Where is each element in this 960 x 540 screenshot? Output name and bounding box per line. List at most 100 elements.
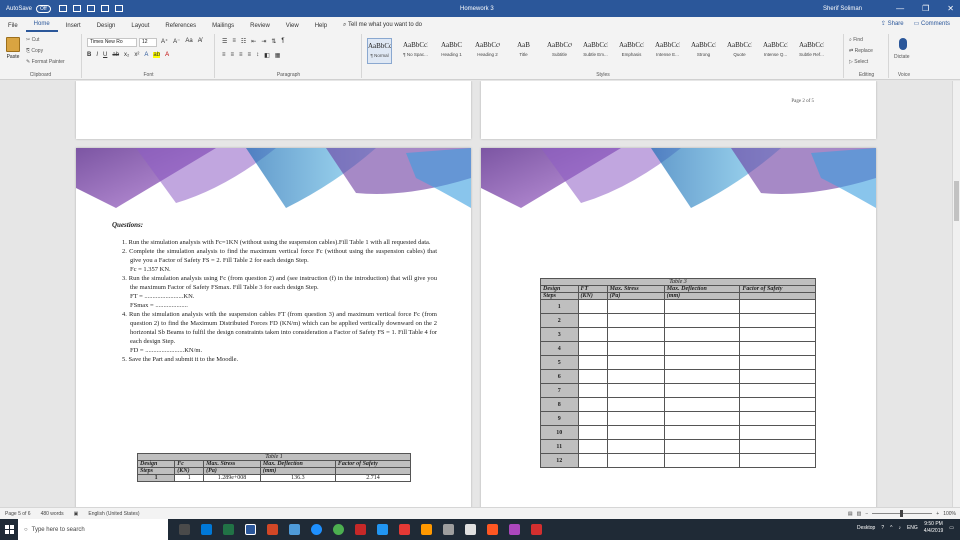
table-3-step-cell[interactable]: 3: [540, 327, 579, 342]
table-3-cell[interactable]: [663, 425, 741, 440]
table-3-cell[interactable]: [739, 327, 816, 342]
table-3-step-cell[interactable]: 10: [540, 425, 579, 440]
style-item[interactable]: AaB Title: [511, 38, 536, 64]
comments-button[interactable]: ▭ Comments: [914, 20, 950, 27]
table-3-step-cell[interactable]: 7: [540, 383, 579, 398]
restore-button[interactable]: ❐: [922, 4, 929, 13]
bullets-icon[interactable]: ☰: [222, 38, 227, 45]
start-button[interactable]: [0, 519, 18, 540]
bold-icon[interactable]: B: [87, 52, 91, 58]
notification-icon[interactable]: ▭: [949, 525, 954, 531]
table-3-cell[interactable]: [577, 383, 608, 398]
table-3-cell[interactable]: [663, 383, 741, 398]
grow-font-icon[interactable]: A⁺: [161, 38, 168, 45]
table-3-cell[interactable]: [606, 341, 665, 356]
table-3-cell[interactable]: [606, 397, 665, 412]
clock[interactable]: 9:50 PM 4/4/2019: [924, 521, 943, 535]
table-3-cell[interactable]: [739, 369, 816, 384]
cut-button[interactable]: ✂ Cut: [26, 37, 39, 43]
proofing-icon[interactable]: ▣: [74, 511, 79, 517]
table-3-cell[interactable]: [739, 355, 816, 370]
table-3-cell[interactable]: [663, 327, 741, 342]
align-right-icon[interactable]: ≡: [239, 52, 243, 59]
edge-icon[interactable]: [311, 524, 322, 535]
change-case-icon[interactable]: Aa: [185, 38, 192, 45]
new-document-icon[interactable]: [114, 5, 123, 12]
language-indicator[interactable]: English (United States): [88, 511, 139, 517]
table-3-cell[interactable]: [739, 299, 816, 314]
app-icon[interactable]: [465, 524, 476, 535]
zoom-slider-knob[interactable]: [900, 510, 904, 517]
redo-icon[interactable]: [86, 5, 95, 12]
table-3-cell[interactable]: [606, 369, 665, 384]
clear-formatting-icon[interactable]: A̸: [198, 38, 202, 45]
style-item[interactable]: AaBbCcI Quote: [727, 38, 752, 64]
help-icon[interactable]: ?: [881, 525, 884, 531]
table-3-step-cell[interactable]: 8: [540, 397, 579, 412]
replace-button[interactable]: ⇄ Replace: [849, 48, 873, 54]
app-icon[interactable]: [509, 524, 520, 535]
tab-file[interactable]: File: [0, 23, 26, 32]
style-item[interactable]: AaBbCcC Subtitle: [547, 38, 572, 64]
print-layout-icon[interactable]: ▥: [857, 511, 862, 517]
style-item[interactable]: AaBbCcI Intense Q...: [763, 38, 788, 64]
table-3-cell[interactable]: [663, 355, 741, 370]
strikethrough-icon[interactable]: ab: [112, 52, 119, 58]
table-3-cell[interactable]: [663, 341, 741, 356]
close-button[interactable]: ✕: [947, 4, 954, 13]
tab-help[interactable]: Help: [307, 23, 335, 32]
table-3-cell[interactable]: [606, 425, 665, 440]
language-tray[interactable]: ENG: [907, 525, 918, 531]
photos-icon[interactable]: [289, 524, 300, 535]
style-item[interactable]: AaBbCcC Heading 2: [475, 38, 500, 64]
page-count[interactable]: Page 5 of 6: [5, 511, 31, 517]
shading-icon[interactable]: ◧: [264, 52, 270, 59]
chrome-icon[interactable]: [333, 524, 344, 535]
style-item[interactable]: AaBbCcI ¶ No Spac...: [403, 38, 428, 64]
style-item[interactable]: AaBbC Heading 1: [439, 38, 464, 64]
share-button[interactable]: ⇪ Share: [881, 20, 904, 27]
table-3-cell[interactable]: [577, 327, 608, 342]
table-3-cell[interactable]: [577, 355, 608, 370]
tab-layout[interactable]: Layout: [123, 23, 157, 32]
save-icon[interactable]: [58, 5, 67, 12]
numbering-icon[interactable]: ≡: [232, 38, 236, 45]
tab-review[interactable]: Review: [242, 23, 278, 32]
table-3-step-cell[interactable]: 1: [540, 299, 579, 314]
app-icon[interactable]: [421, 524, 432, 535]
text-effects-icon[interactable]: A: [144, 52, 148, 58]
table-3-cell[interactable]: [606, 355, 665, 370]
show-marks-icon[interactable]: ¶: [281, 38, 284, 45]
calculator-icon[interactable]: [443, 524, 454, 535]
tab-insert[interactable]: Insert: [58, 23, 89, 32]
task-view-icon[interactable]: [179, 524, 190, 535]
table-3-cell[interactable]: [663, 397, 741, 412]
table-3-cell[interactable]: [739, 453, 816, 468]
table-3-cell[interactable]: [577, 439, 608, 454]
table-3-cell[interactable]: [739, 411, 816, 426]
font-color-icon[interactable]: A: [165, 52, 169, 58]
style-item[interactable]: AaBbCcD Subtle Ref...: [799, 38, 824, 64]
table-3-cell[interactable]: [663, 313, 741, 328]
zoom-slider[interactable]: [872, 510, 933, 517]
table-1-cell[interactable]: 136.3: [259, 474, 336, 482]
table-3-cell[interactable]: [577, 341, 608, 356]
table-3-cell[interactable]: [577, 313, 608, 328]
copy-button[interactable]: ⎘ Copy: [26, 48, 43, 54]
table-3-cell[interactable]: [663, 439, 741, 454]
table-3-step-cell[interactable]: 4: [540, 341, 579, 356]
word-count[interactable]: 480 words: [41, 511, 64, 517]
sort-icon[interactable]: ⇅: [271, 38, 276, 45]
table-3-cell[interactable]: [606, 313, 665, 328]
italic-icon[interactable]: I: [96, 52, 98, 58]
paste-button[interactable]: Paste: [4, 37, 22, 63]
underline-icon[interactable]: U: [103, 52, 107, 58]
table-3-step-cell[interactable]: 6: [540, 369, 579, 384]
table-1-cell[interactable]: 2.714: [334, 474, 412, 482]
user-name[interactable]: Sherif Soliman: [823, 6, 862, 12]
table-3-step-cell[interactable]: 11: [540, 439, 579, 454]
table-3-cell[interactable]: [606, 327, 665, 342]
minimize-button[interactable]: —: [896, 4, 904, 13]
table-3-cell[interactable]: [739, 313, 816, 328]
increase-indent-icon[interactable]: ⇥: [261, 38, 266, 45]
